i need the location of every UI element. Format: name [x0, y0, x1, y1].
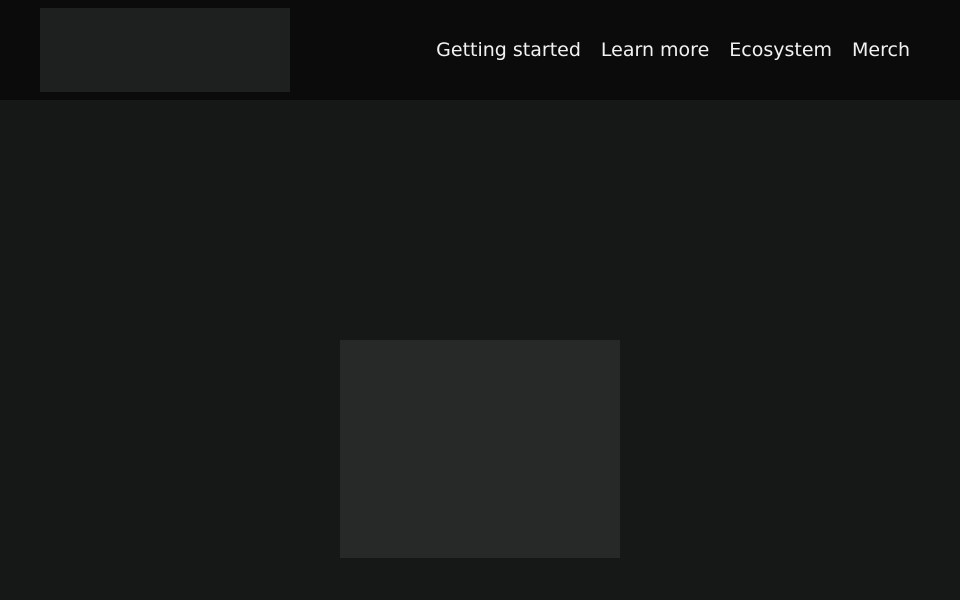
top-navigation-bar: Getting started Learn more Ecosystem Mer…: [0, 0, 960, 100]
main-content-area: [0, 100, 960, 600]
logo-image-placeholder[interactable]: [40, 8, 290, 92]
nav-link-getting-started[interactable]: Getting started: [436, 40, 581, 60]
nav-link-learn-more[interactable]: Learn more: [601, 40, 709, 60]
content-image-placeholder: [340, 340, 620, 558]
nav-link-merch[interactable]: Merch: [852, 40, 910, 60]
page: Getting started Learn more Ecosystem Mer…: [0, 0, 960, 600]
main-navigation: Getting started Learn more Ecosystem Mer…: [436, 0, 910, 100]
nav-link-ecosystem[interactable]: Ecosystem: [729, 40, 832, 60]
